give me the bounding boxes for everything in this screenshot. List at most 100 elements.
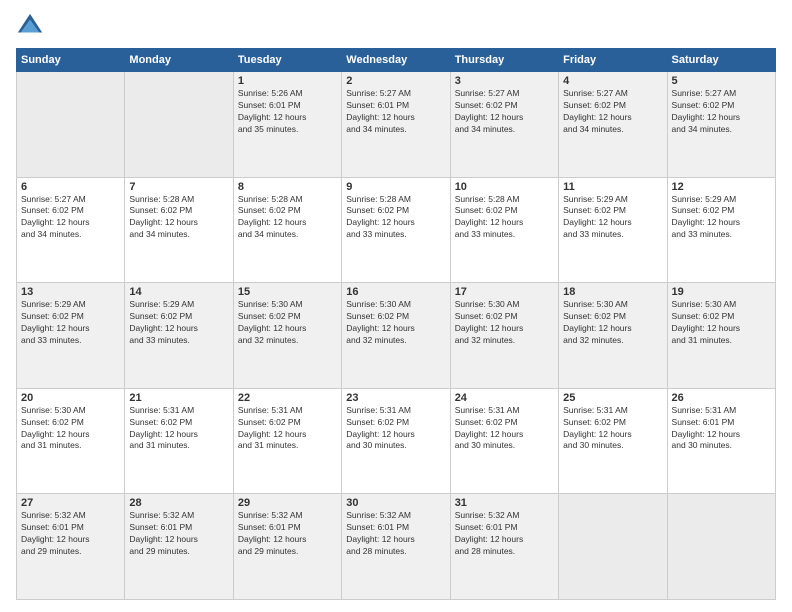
calendar-day-cell: 10Sunrise: 5:28 AM Sunset: 6:02 PM Dayli… — [450, 177, 558, 283]
day-info: Sunrise: 5:30 AM Sunset: 6:02 PM Dayligh… — [21, 405, 120, 453]
day-number: 31 — [455, 497, 554, 509]
day-info: Sunrise: 5:31 AM Sunset: 6:02 PM Dayligh… — [129, 405, 228, 453]
calendar-day-cell: 31Sunrise: 5:32 AM Sunset: 6:01 PM Dayli… — [450, 494, 558, 600]
calendar-week-row: 6Sunrise: 5:27 AM Sunset: 6:02 PM Daylig… — [17, 177, 776, 283]
day-header-friday: Friday — [559, 49, 667, 72]
calendar-day-cell — [125, 72, 233, 178]
day-number: 17 — [455, 286, 554, 298]
header — [16, 12, 776, 40]
calendar-day-cell: 22Sunrise: 5:31 AM Sunset: 6:02 PM Dayli… — [233, 388, 341, 494]
calendar-day-cell: 16Sunrise: 5:30 AM Sunset: 6:02 PM Dayli… — [342, 283, 450, 389]
day-info: Sunrise: 5:30 AM Sunset: 6:02 PM Dayligh… — [672, 299, 771, 347]
day-info: Sunrise: 5:32 AM Sunset: 6:01 PM Dayligh… — [21, 510, 120, 558]
day-info: Sunrise: 5:30 AM Sunset: 6:02 PM Dayligh… — [238, 299, 337, 347]
day-number: 16 — [346, 286, 445, 298]
day-info: Sunrise: 5:29 AM Sunset: 6:02 PM Dayligh… — [21, 299, 120, 347]
logo — [16, 12, 48, 40]
calendar-day-cell: 21Sunrise: 5:31 AM Sunset: 6:02 PM Dayli… — [125, 388, 233, 494]
calendar-day-cell: 3Sunrise: 5:27 AM Sunset: 6:02 PM Daylig… — [450, 72, 558, 178]
calendar-day-cell: 2Sunrise: 5:27 AM Sunset: 6:01 PM Daylig… — [342, 72, 450, 178]
day-number: 1 — [238, 75, 337, 87]
day-header-monday: Monday — [125, 49, 233, 72]
calendar-week-row: 27Sunrise: 5:32 AM Sunset: 6:01 PM Dayli… — [17, 494, 776, 600]
day-number: 13 — [21, 286, 120, 298]
day-number: 7 — [129, 181, 228, 193]
calendar-table: SundayMondayTuesdayWednesdayThursdayFrid… — [16, 48, 776, 600]
calendar-week-row: 13Sunrise: 5:29 AM Sunset: 6:02 PM Dayli… — [17, 283, 776, 389]
day-header-wednesday: Wednesday — [342, 49, 450, 72]
calendar-day-cell: 29Sunrise: 5:32 AM Sunset: 6:01 PM Dayli… — [233, 494, 341, 600]
calendar-day-cell: 15Sunrise: 5:30 AM Sunset: 6:02 PM Dayli… — [233, 283, 341, 389]
calendar-week-row: 1Sunrise: 5:26 AM Sunset: 6:01 PM Daylig… — [17, 72, 776, 178]
day-number: 8 — [238, 181, 337, 193]
day-number: 18 — [563, 286, 662, 298]
day-number: 21 — [129, 392, 228, 404]
day-info: Sunrise: 5:31 AM Sunset: 6:02 PM Dayligh… — [346, 405, 445, 453]
day-info: Sunrise: 5:29 AM Sunset: 6:02 PM Dayligh… — [672, 194, 771, 242]
day-number: 2 — [346, 75, 445, 87]
day-info: Sunrise: 5:28 AM Sunset: 6:02 PM Dayligh… — [455, 194, 554, 242]
day-info: Sunrise: 5:31 AM Sunset: 6:01 PM Dayligh… — [672, 405, 771, 453]
calendar-day-cell: 1Sunrise: 5:26 AM Sunset: 6:01 PM Daylig… — [233, 72, 341, 178]
day-number: 9 — [346, 181, 445, 193]
day-number: 4 — [563, 75, 662, 87]
day-number: 20 — [21, 392, 120, 404]
day-info: Sunrise: 5:26 AM Sunset: 6:01 PM Dayligh… — [238, 88, 337, 136]
day-number: 27 — [21, 497, 120, 509]
day-info: Sunrise: 5:28 AM Sunset: 6:02 PM Dayligh… — [129, 194, 228, 242]
day-info: Sunrise: 5:30 AM Sunset: 6:02 PM Dayligh… — [563, 299, 662, 347]
calendar-day-cell: 12Sunrise: 5:29 AM Sunset: 6:02 PM Dayli… — [667, 177, 775, 283]
day-info: Sunrise: 5:27 AM Sunset: 6:01 PM Dayligh… — [346, 88, 445, 136]
day-info: Sunrise: 5:27 AM Sunset: 6:02 PM Dayligh… — [672, 88, 771, 136]
day-number: 15 — [238, 286, 337, 298]
day-header-saturday: Saturday — [667, 49, 775, 72]
day-number: 30 — [346, 497, 445, 509]
calendar-day-cell: 23Sunrise: 5:31 AM Sunset: 6:02 PM Dayli… — [342, 388, 450, 494]
calendar-day-cell: 17Sunrise: 5:30 AM Sunset: 6:02 PM Dayli… — [450, 283, 558, 389]
day-info: Sunrise: 5:30 AM Sunset: 6:02 PM Dayligh… — [455, 299, 554, 347]
calendar-day-cell: 9Sunrise: 5:28 AM Sunset: 6:02 PM Daylig… — [342, 177, 450, 283]
day-info: Sunrise: 5:32 AM Sunset: 6:01 PM Dayligh… — [129, 510, 228, 558]
calendar-day-cell: 8Sunrise: 5:28 AM Sunset: 6:02 PM Daylig… — [233, 177, 341, 283]
calendar-day-cell: 20Sunrise: 5:30 AM Sunset: 6:02 PM Dayli… — [17, 388, 125, 494]
calendar-day-cell: 28Sunrise: 5:32 AM Sunset: 6:01 PM Dayli… — [125, 494, 233, 600]
day-number: 29 — [238, 497, 337, 509]
calendar-day-cell: 13Sunrise: 5:29 AM Sunset: 6:02 PM Dayli… — [17, 283, 125, 389]
calendar-day-cell: 4Sunrise: 5:27 AM Sunset: 6:02 PM Daylig… — [559, 72, 667, 178]
day-number: 3 — [455, 75, 554, 87]
day-info: Sunrise: 5:27 AM Sunset: 6:02 PM Dayligh… — [455, 88, 554, 136]
page: SundayMondayTuesdayWednesdayThursdayFrid… — [0, 0, 792, 612]
day-number: 24 — [455, 392, 554, 404]
day-info: Sunrise: 5:31 AM Sunset: 6:02 PM Dayligh… — [455, 405, 554, 453]
calendar-day-cell: 7Sunrise: 5:28 AM Sunset: 6:02 PM Daylig… — [125, 177, 233, 283]
day-number: 28 — [129, 497, 228, 509]
calendar-day-cell: 6Sunrise: 5:27 AM Sunset: 6:02 PM Daylig… — [17, 177, 125, 283]
day-info: Sunrise: 5:29 AM Sunset: 6:02 PM Dayligh… — [563, 194, 662, 242]
day-header-sunday: Sunday — [17, 49, 125, 72]
day-number: 14 — [129, 286, 228, 298]
day-number: 10 — [455, 181, 554, 193]
calendar-header-row: SundayMondayTuesdayWednesdayThursdayFrid… — [17, 49, 776, 72]
day-info: Sunrise: 5:32 AM Sunset: 6:01 PM Dayligh… — [238, 510, 337, 558]
day-info: Sunrise: 5:29 AM Sunset: 6:02 PM Dayligh… — [129, 299, 228, 347]
calendar-day-cell: 27Sunrise: 5:32 AM Sunset: 6:01 PM Dayli… — [17, 494, 125, 600]
calendar-day-cell: 30Sunrise: 5:32 AM Sunset: 6:01 PM Dayli… — [342, 494, 450, 600]
calendar-week-row: 20Sunrise: 5:30 AM Sunset: 6:02 PM Dayli… — [17, 388, 776, 494]
day-number: 12 — [672, 181, 771, 193]
day-number: 6 — [21, 181, 120, 193]
day-info: Sunrise: 5:28 AM Sunset: 6:02 PM Dayligh… — [238, 194, 337, 242]
day-info: Sunrise: 5:31 AM Sunset: 6:02 PM Dayligh… — [238, 405, 337, 453]
calendar-day-cell: 18Sunrise: 5:30 AM Sunset: 6:02 PM Dayli… — [559, 283, 667, 389]
day-number: 25 — [563, 392, 662, 404]
calendar-day-cell: 25Sunrise: 5:31 AM Sunset: 6:02 PM Dayli… — [559, 388, 667, 494]
calendar-day-cell: 5Sunrise: 5:27 AM Sunset: 6:02 PM Daylig… — [667, 72, 775, 178]
day-number: 26 — [672, 392, 771, 404]
day-info: Sunrise: 5:32 AM Sunset: 6:01 PM Dayligh… — [455, 510, 554, 558]
day-info: Sunrise: 5:32 AM Sunset: 6:01 PM Dayligh… — [346, 510, 445, 558]
day-number: 5 — [672, 75, 771, 87]
calendar-day-cell — [667, 494, 775, 600]
calendar-day-cell — [17, 72, 125, 178]
day-header-thursday: Thursday — [450, 49, 558, 72]
day-info: Sunrise: 5:30 AM Sunset: 6:02 PM Dayligh… — [346, 299, 445, 347]
day-info: Sunrise: 5:28 AM Sunset: 6:02 PM Dayligh… — [346, 194, 445, 242]
